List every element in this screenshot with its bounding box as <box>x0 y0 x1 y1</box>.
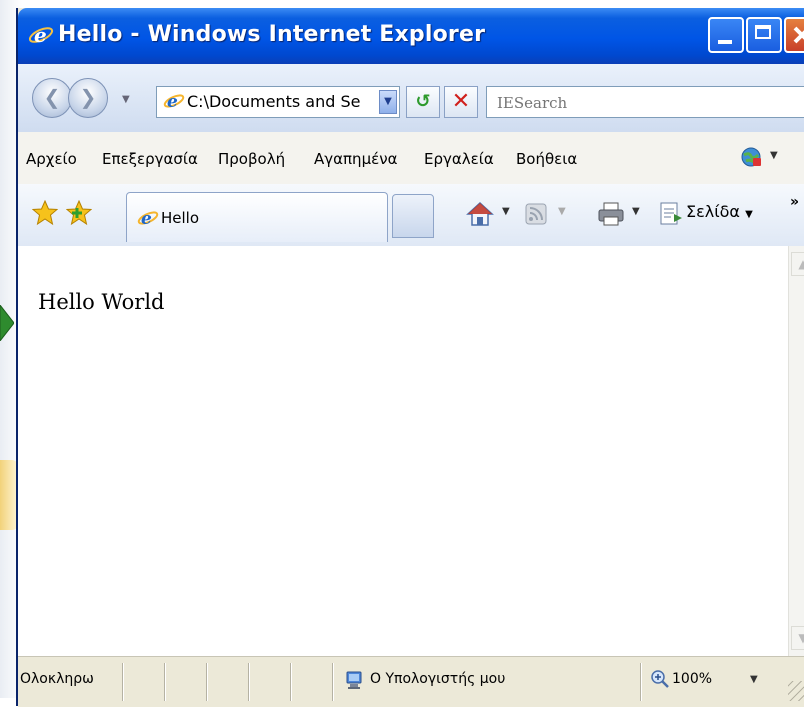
menu-edit[interactable]: Επεξεργασία <box>102 150 198 168</box>
back-icon: ❮ <box>43 85 61 109</box>
chevron-down-icon: ▼ <box>745 209 753 220</box>
minimize-button[interactable] <box>708 17 744 53</box>
maximize-button[interactable] <box>746 17 782 53</box>
vertical-scrollbar[interactable]: ▲ ▼ <box>788 246 804 656</box>
ie-page-icon: e <box>137 209 159 229</box>
menu-favorites[interactable]: Αγαπημένα <box>314 150 397 168</box>
scroll-up-button[interactable]: ▲ <box>791 252 804 276</box>
chevron-down-icon[interactable]: ▼ <box>770 150 778 161</box>
menu-view[interactable]: Προβολή <box>218 150 285 168</box>
tab-bar: e Hello ▼ ▼ ▼ Σελίδα ▼ » <box>18 184 804 247</box>
status-divider <box>640 663 642 701</box>
computer-zone-icon <box>346 671 362 689</box>
zoom-icon[interactable] <box>650 669 670 689</box>
page-menu-label: Σελίδα <box>686 202 740 221</box>
page-icon[interactable] <box>656 200 684 228</box>
search-box[interactable] <box>486 86 804 118</box>
menu-bar: Αρχείο Επεξεργασία Προβολή Αγαπημένα Εργ… <box>18 132 804 185</box>
browser-window: e Hello - Windows Internet Explorer ❮ ❯ … <box>16 8 804 707</box>
status-text: Ολοκληρω <box>20 671 94 687</box>
status-divider <box>248 663 250 701</box>
svg-text:e: e <box>141 209 152 229</box>
stop-button[interactable]: ✕ <box>444 86 478 118</box>
zoom-level[interactable]: 100% <box>672 671 712 687</box>
print-icon[interactable] <box>596 200 626 228</box>
chevron-down-icon: ▼ <box>798 631 804 645</box>
status-divider <box>164 663 166 701</box>
resize-grip[interactable] <box>788 681 804 701</box>
menu-tools[interactable]: Εργαλεία <box>424 150 494 168</box>
page-content: Hello World <box>18 246 788 656</box>
status-divider <box>122 663 124 701</box>
svg-text:e: e <box>167 92 178 112</box>
stop-icon: ✕ <box>451 89 471 114</box>
chevron-down-icon[interactable]: ▼ <box>558 206 566 217</box>
status-divider <box>206 663 208 701</box>
chevron-up-icon: ▲ <box>798 257 804 271</box>
menu-help[interactable]: Βοήθεια <box>516 150 577 168</box>
chevron-down-icon[interactable]: ▼ <box>502 206 510 217</box>
recent-pages-dropdown[interactable]: ▼ <box>122 94 130 105</box>
close-button[interactable] <box>784 17 804 53</box>
more-commands-button[interactable]: » <box>790 194 799 210</box>
ie-icon: e <box>28 23 54 47</box>
chevron-down-icon[interactable]: ▼ <box>632 206 640 217</box>
forward-icon: ❯ <box>79 85 97 109</box>
menu-file[interactable]: Αρχείο <box>26 150 77 168</box>
page-text: Hello World <box>38 290 165 314</box>
address-bar[interactable]: e C:\Documents and Se ▼ <box>156 86 400 118</box>
scroll-down-button[interactable]: ▼ <box>791 626 804 650</box>
chevron-down-icon: ▼ <box>384 96 392 107</box>
home-icon[interactable] <box>466 200 494 228</box>
add-favorites-icon[interactable] <box>66 200 92 226</box>
desktop-arrow-icon <box>0 305 14 341</box>
status-divider <box>290 663 292 701</box>
address-toolbar: ❮ ❯ ▼ e C:\Documents and Se ▼ ↺ ✕ <box>18 64 804 133</box>
tab-hello[interactable]: e Hello <box>126 192 388 242</box>
title-bar[interactable]: e Hello - Windows Internet Explorer <box>18 8 804 64</box>
translate-globe-icon[interactable] <box>740 146 762 168</box>
forward-button[interactable]: ❯ <box>68 78 108 118</box>
address-dropdown-button[interactable]: ▼ <box>379 90 397 114</box>
security-zone-label: Ο Υπολογιστής μου <box>370 671 506 687</box>
search-input[interactable] <box>495 92 789 114</box>
back-button[interactable]: ❮ <box>32 78 72 118</box>
refresh-button[interactable]: ↺ <box>406 86 440 118</box>
ie-page-icon: e <box>163 92 185 112</box>
page-menu-button[interactable]: Σελίδα ▼ <box>686 202 753 221</box>
address-input[interactable]: C:\Documents and Se <box>187 92 367 111</box>
status-bar: Ολοκληρω Ο Υπολογιστής μου 100% ▼ <box>18 656 804 707</box>
new-tab-button[interactable] <box>392 194 434 238</box>
chevron-down-icon[interactable]: ▼ <box>750 674 758 685</box>
window-title: Hello - Windows Internet Explorer <box>58 22 486 47</box>
svg-text:e: e <box>34 23 47 47</box>
feeds-icon[interactable] <box>524 200 548 228</box>
refresh-icon: ↺ <box>415 91 431 112</box>
status-divider <box>332 663 334 701</box>
tab-label: Hello <box>161 209 200 227</box>
favorites-star-icon[interactable] <box>32 200 58 226</box>
close-icon <box>793 26 804 44</box>
